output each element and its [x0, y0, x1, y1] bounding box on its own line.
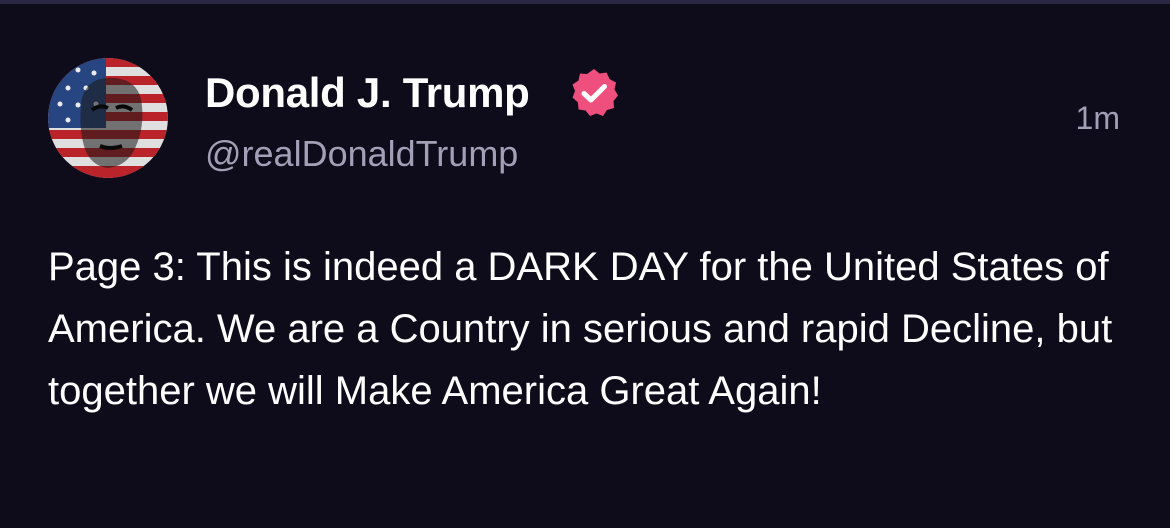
- verified-badge-icon: [572, 69, 618, 116]
- avatar[interactable]: [48, 58, 168, 178]
- top-divider: [0, 0, 1170, 4]
- post-body-text: Page 3: This is indeed a DARK DAY for th…: [48, 245, 1113, 413]
- avatar-image: [48, 58, 168, 178]
- author-handle[interactable]: @realDonaldTrump: [205, 132, 518, 176]
- author-display-name[interactable]: Donald J. Trump: [205, 68, 530, 118]
- post-timestamp[interactable]: 1m: [1076, 98, 1120, 138]
